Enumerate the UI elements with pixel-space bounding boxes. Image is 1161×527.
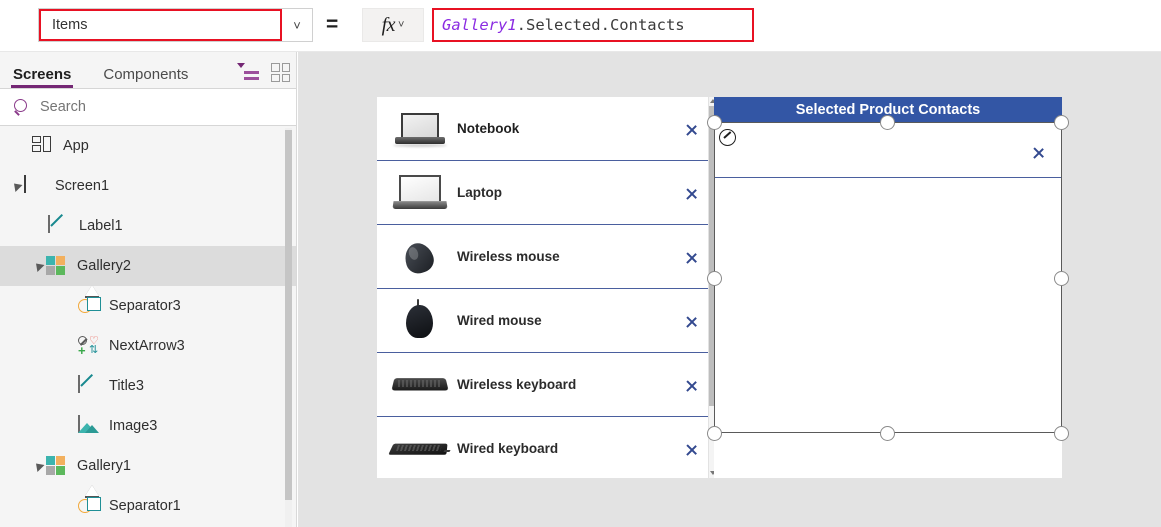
tree-item-gallery2[interactable]: Gallery2	[0, 246, 296, 286]
tree-item-screen1[interactable]: Screen1	[0, 166, 296, 206]
tree-item-label: NextArrow3	[109, 338, 185, 354]
tree-item-separator3[interactable]: Separator3	[0, 285, 296, 326]
resize-handle-bottom-center[interactable]	[880, 426, 895, 441]
tree-item-label: Separator3	[109, 298, 181, 314]
pencil-edit-icon[interactable]	[719, 129, 736, 146]
gallery-icon	[46, 256, 68, 276]
label-icon	[78, 375, 100, 396]
tree-item-label: Label1	[79, 218, 123, 234]
formula-rest: .Selected.Contacts	[516, 16, 685, 34]
tree-item-nextarrow3[interactable]: ♡ + ⇅ NextArrow3	[0, 326, 296, 366]
tree-item-label: Screen1	[55, 178, 110, 194]
gallery-icon	[46, 456, 68, 476]
sidebar-scrollbar[interactable]	[285, 128, 292, 527]
tree-item-label: Gallery2	[77, 258, 131, 274]
tree-item-separator1[interactable]: Separator1	[0, 485, 296, 526]
equals-sign: =	[326, 13, 339, 36]
chevron-down-icon[interactable]: ˅	[282, 9, 312, 41]
app-icon	[32, 136, 54, 156]
tree-expander[interactable]	[8, 179, 24, 193]
search-field[interactable]: Search	[0, 88, 296, 126]
resize-handle-bottom-left[interactable]	[707, 426, 722, 441]
tree-item-gallery1[interactable]: Gallery1	[0, 446, 296, 486]
separator-icon	[78, 285, 100, 316]
left-sidebar: Screens Components Search App Screen1 La…	[0, 52, 297, 527]
component-tree: App Screen1 Label1 Gallery2 Separator3 ♡…	[0, 126, 296, 527]
chevron-down-icon[interactable]: ˅	[398, 19, 404, 31]
tree-item-label: App	[63, 138, 89, 154]
thumbnail-view-icon[interactable]	[271, 63, 290, 82]
fx-button[interactable]: fx ˅	[362, 8, 424, 42]
resize-handle-top-right[interactable]	[1054, 115, 1069, 130]
resize-handle-top-left[interactable]	[707, 115, 722, 130]
tree-item-label1[interactable]: Label1	[0, 206, 296, 246]
resize-handle-middle-left[interactable]	[707, 271, 722, 286]
formula-input[interactable]: Gallery1 .Selected.Contacts	[432, 8, 754, 42]
tree-item-label: Separator1	[109, 498, 181, 514]
tree-item-label: Image3	[109, 418, 158, 434]
tree-item-label: Title3	[109, 378, 144, 394]
fx-icon: fx	[381, 13, 396, 36]
image-icon	[78, 415, 100, 436]
property-input[interactable]: Items	[39, 9, 282, 41]
tab-components[interactable]: Components	[101, 66, 190, 88]
power-apps-studio: Items ˅ = fx ˅ Gallery1 .Selected.Contact…	[0, 0, 1161, 527]
separator-icon	[78, 485, 100, 516]
tree-expander[interactable]	[30, 259, 46, 273]
resize-handle-middle-right[interactable]	[1054, 271, 1069, 286]
formula-identifier: Gallery1	[442, 16, 517, 34]
tree-expander[interactable]	[30, 459, 46, 473]
tree-item-app[interactable]: App	[0, 126, 296, 166]
next-arrow-icon: ♡ + ⇅	[78, 335, 99, 358]
sidebar-scrollbar-thumb[interactable]	[285, 130, 292, 500]
search-icon	[14, 99, 30, 115]
screen-icon	[24, 175, 46, 196]
tree-view-icon[interactable]	[237, 63, 259, 81]
view-toggle-group	[237, 63, 290, 82]
tree-item-title3[interactable]: Title3	[0, 366, 296, 406]
tab-screens[interactable]: Screens	[11, 66, 74, 88]
formula-bar: Items ˅ = fx ˅ Gallery1 .Selected.Contact…	[0, 0, 1161, 52]
selection-overlay	[298, 52, 1161, 527]
selection-box	[714, 122, 1062, 433]
resize-handle-top-center[interactable]	[880, 115, 895, 130]
resize-handle-bottom-right[interactable]	[1054, 426, 1069, 441]
app-canvas: Notebook Laptop Wireless mouse Wired mou…	[298, 52, 1161, 527]
property-selector[interactable]: Items ˅	[38, 8, 313, 42]
sidebar-tabs: Screens Components	[0, 52, 296, 88]
label-icon	[48, 215, 70, 236]
search-placeholder: Search	[40, 99, 86, 115]
tree-item-image3[interactable]: Image3	[0, 406, 296, 446]
tree-item-label: Gallery1	[77, 458, 131, 474]
